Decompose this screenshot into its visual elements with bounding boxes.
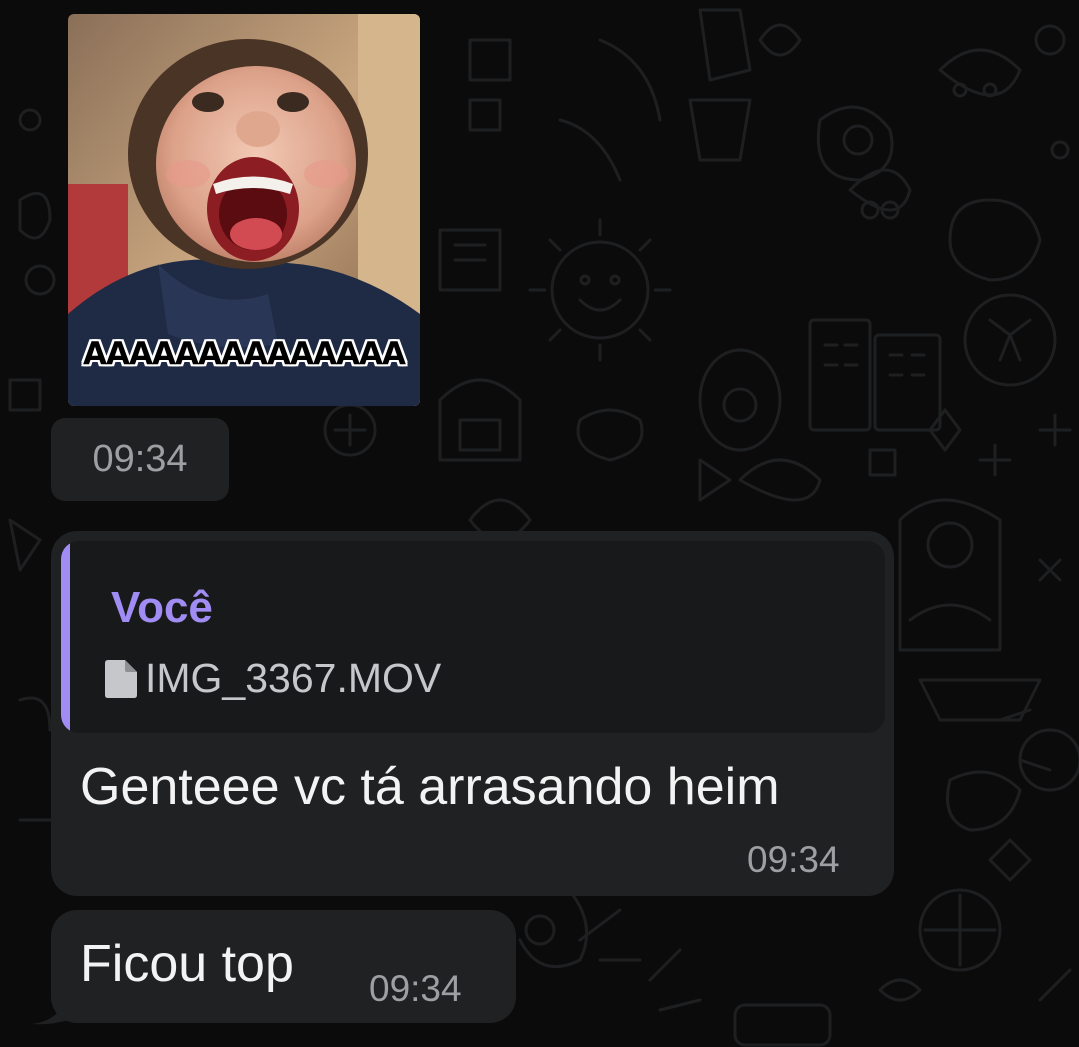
message-text: Genteee vc tá arrasando heim	[80, 758, 780, 816]
message-time: 09:34	[369, 968, 462, 1009]
chat-view[interactable]: AAAAAAAAAAAAAA 09:34 Você IMG_3367.MOV G…	[0, 0, 1079, 1047]
message-text: Ficou top	[80, 935, 294, 993]
quote-author: Você	[111, 583, 213, 632]
sticker-image[interactable]: AAAAAAAAAAAAAA	[68, 14, 420, 406]
sticker-caption: AAAAAAAAAAAAAA	[83, 336, 406, 372]
document-icon	[105, 659, 137, 698]
sticker-timestamp: 09:34	[51, 418, 229, 501]
quote-file-row: IMG_3367.MOV	[105, 655, 441, 702]
quoted-message[interactable]: Você IMG_3367.MOV	[61, 541, 885, 733]
message-time: 09:34	[747, 839, 840, 880]
quote-accent-bar	[61, 541, 70, 733]
message-bubble-reply[interactable]: Você IMG_3367.MOV Genteee vc tá arrasand…	[51, 531, 894, 896]
quote-file-name: IMG_3367.MOV	[145, 655, 442, 701]
sticker-time: 09:34	[92, 438, 188, 480]
message-bubble[interactable]: Ficou top 09:34	[51, 910, 516, 1023]
